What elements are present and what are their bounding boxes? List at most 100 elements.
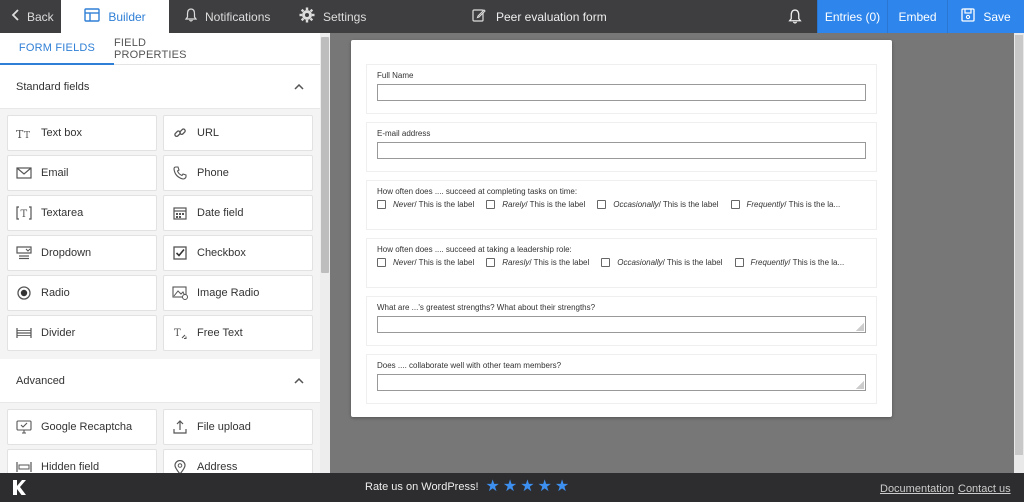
field-hidden[interactable]: Hidden field xyxy=(7,449,157,473)
q4-textarea[interactable] xyxy=(377,374,866,391)
checkbox[interactable] xyxy=(486,200,496,209)
checkbox[interactable] xyxy=(730,200,740,209)
q4-label: Does .... collaborate well with other te… xyxy=(377,361,562,370)
q2-option-raresly[interactable]: Raresly / This is the label xyxy=(486,258,589,267)
star-icon[interactable]: ★ xyxy=(503,479,517,495)
tab-builder[interactable]: Builder xyxy=(61,0,169,33)
alerts-bell-icon[interactable] xyxy=(788,9,802,27)
field-block-full-name[interactable]: Full Name xyxy=(366,64,877,114)
tab-form-fields[interactable]: FORM FIELDS xyxy=(0,33,114,65)
bell-icon xyxy=(184,8,198,25)
star-icon[interactable]: ★ xyxy=(520,479,534,495)
field-image-radio[interactable]: Image Radio xyxy=(163,275,313,311)
field-email[interactable]: Email xyxy=(7,155,157,191)
field-google-recaptcha[interactable]: Google Recaptcha xyxy=(7,409,157,445)
field-label: Checkbox xyxy=(197,247,246,259)
full-name-label: Full Name xyxy=(377,71,414,80)
field-radio[interactable]: Radio xyxy=(7,275,157,311)
q3-label: What are ...'s greatest strengths? What … xyxy=(377,303,596,312)
option-em: Frequently xyxy=(750,258,789,267)
field-label: Divider xyxy=(41,327,76,339)
option-text: / This is the la... xyxy=(784,200,841,209)
q1-option-occasionally[interactable]: Occasionally / This is the label xyxy=(597,200,719,209)
canvas-scrollbar[interactable] xyxy=(1014,33,1024,473)
field-label: Free Text xyxy=(197,327,243,339)
option-text: / This is the label xyxy=(414,258,475,267)
embed-button[interactable]: Embed xyxy=(887,0,947,33)
checkbox[interactable] xyxy=(486,258,496,267)
option-em: Occasionally xyxy=(613,200,659,209)
field-date[interactable]: Date field xyxy=(163,195,313,231)
star-icon[interactable]: ★ xyxy=(555,479,569,495)
sidebar-scroll-thumb[interactable] xyxy=(321,37,329,273)
gear-icon xyxy=(299,7,315,26)
q2-option-frequently[interactable]: Frequently / This is the la... xyxy=(734,258,844,267)
canvas-scroll-thumb[interactable] xyxy=(1015,35,1023,455)
checkbox[interactable] xyxy=(734,258,744,267)
q1-options: Never / This is the label Rarely / This … xyxy=(377,200,866,209)
svg-text:T: T xyxy=(21,209,28,220)
option-text: / This is the label xyxy=(529,258,590,267)
option-em: Occasionally xyxy=(617,258,663,267)
rate-us: Rate us on WordPress! ★ ★ ★ ★ ★ xyxy=(365,479,569,495)
q1-option-rarely[interactable]: Rarely / This is the label xyxy=(486,200,585,209)
field-address[interactable]: Address xyxy=(163,449,313,473)
field-dropdown[interactable]: Dropdown xyxy=(7,235,157,271)
checkbox[interactable] xyxy=(377,200,386,209)
chevron-up-icon[interactable] xyxy=(294,375,304,387)
field-block-q3[interactable]: What are ...'s greatest strengths? What … xyxy=(366,296,877,346)
free-text-icon: T xyxy=(172,325,188,341)
svg-text:T: T xyxy=(174,328,181,339)
entries-button[interactable]: Entries (0) xyxy=(817,0,887,33)
field-checkbox[interactable]: Checkbox xyxy=(163,235,313,271)
star-icon[interactable]: ★ xyxy=(486,479,500,495)
builder-icon xyxy=(84,8,101,25)
contact-us-link[interactable]: Contact us xyxy=(958,483,1011,495)
field-phone[interactable]: Phone xyxy=(163,155,313,191)
email-input[interactable] xyxy=(377,142,866,159)
sidebar: FORM FIELDS FIELD PROPERTIES Standard fi… xyxy=(0,33,320,473)
checkbox[interactable] xyxy=(597,200,607,209)
field-label: Phone xyxy=(197,167,229,179)
field-block-email[interactable]: E-mail address xyxy=(366,122,877,172)
field-url[interactable]: URL xyxy=(163,115,313,151)
field-label: Radio xyxy=(41,287,70,299)
tab-field-properties[interactable]: FIELD PROPERTIES xyxy=(114,33,220,65)
notifications-label: Notifications xyxy=(205,9,271,24)
field-free-text[interactable]: T Free Text xyxy=(163,315,313,351)
checkbox[interactable] xyxy=(601,258,611,267)
field-file-upload[interactable]: File upload xyxy=(163,409,313,445)
field-text-box[interactable]: TT Text box xyxy=(7,115,157,151)
form-title[interactable]: Peer evaluation form xyxy=(472,0,607,33)
field-divider[interactable]: Divider xyxy=(7,315,157,351)
advanced-fields-header[interactable]: Advanced xyxy=(0,359,320,403)
field-block-q1[interactable]: How often does .... succeed at completin… xyxy=(366,180,877,230)
q2-option-occasionally[interactable]: Occasionally / This is the label xyxy=(601,258,723,267)
q1-option-frequently[interactable]: Frequently / This is the la... xyxy=(730,200,841,209)
standard-fields-header[interactable]: Standard fields xyxy=(0,65,320,109)
top-bar: Back Builder Notifications Settings Peer… xyxy=(0,0,1024,33)
back-button[interactable]: Back xyxy=(0,0,61,33)
documentation-link[interactable]: Documentation xyxy=(880,483,954,495)
link-icon xyxy=(172,125,188,141)
checkbox[interactable] xyxy=(377,258,386,267)
field-block-q2[interactable]: How often does .... succeed at taking a … xyxy=(366,238,877,288)
back-label: Back xyxy=(27,9,54,24)
field-textarea[interactable]: T Textarea xyxy=(7,195,157,231)
star-icon[interactable]: ★ xyxy=(538,479,552,495)
field-label: URL xyxy=(197,127,220,139)
full-name-input[interactable] xyxy=(377,84,866,101)
q3-textarea[interactable] xyxy=(377,316,866,333)
chevron-up-icon[interactable] xyxy=(294,81,304,93)
field-block-q4[interactable]: Does .... collaborate well with other te… xyxy=(366,354,877,404)
field-label: Textarea xyxy=(41,207,84,219)
checkbox-icon xyxy=(172,245,188,261)
tab-notifications[interactable]: Notifications xyxy=(184,0,285,33)
save-button[interactable]: Save xyxy=(947,0,1024,33)
field-label: Dropdown xyxy=(41,247,92,259)
field-label: Address xyxy=(197,461,238,473)
q2-option-never[interactable]: Never / This is the label xyxy=(377,258,474,267)
tab-settings[interactable]: Settings xyxy=(299,0,389,33)
q1-option-never[interactable]: Never / This is the label xyxy=(377,200,474,209)
sidebar-scrollbar[interactable] xyxy=(320,33,330,473)
